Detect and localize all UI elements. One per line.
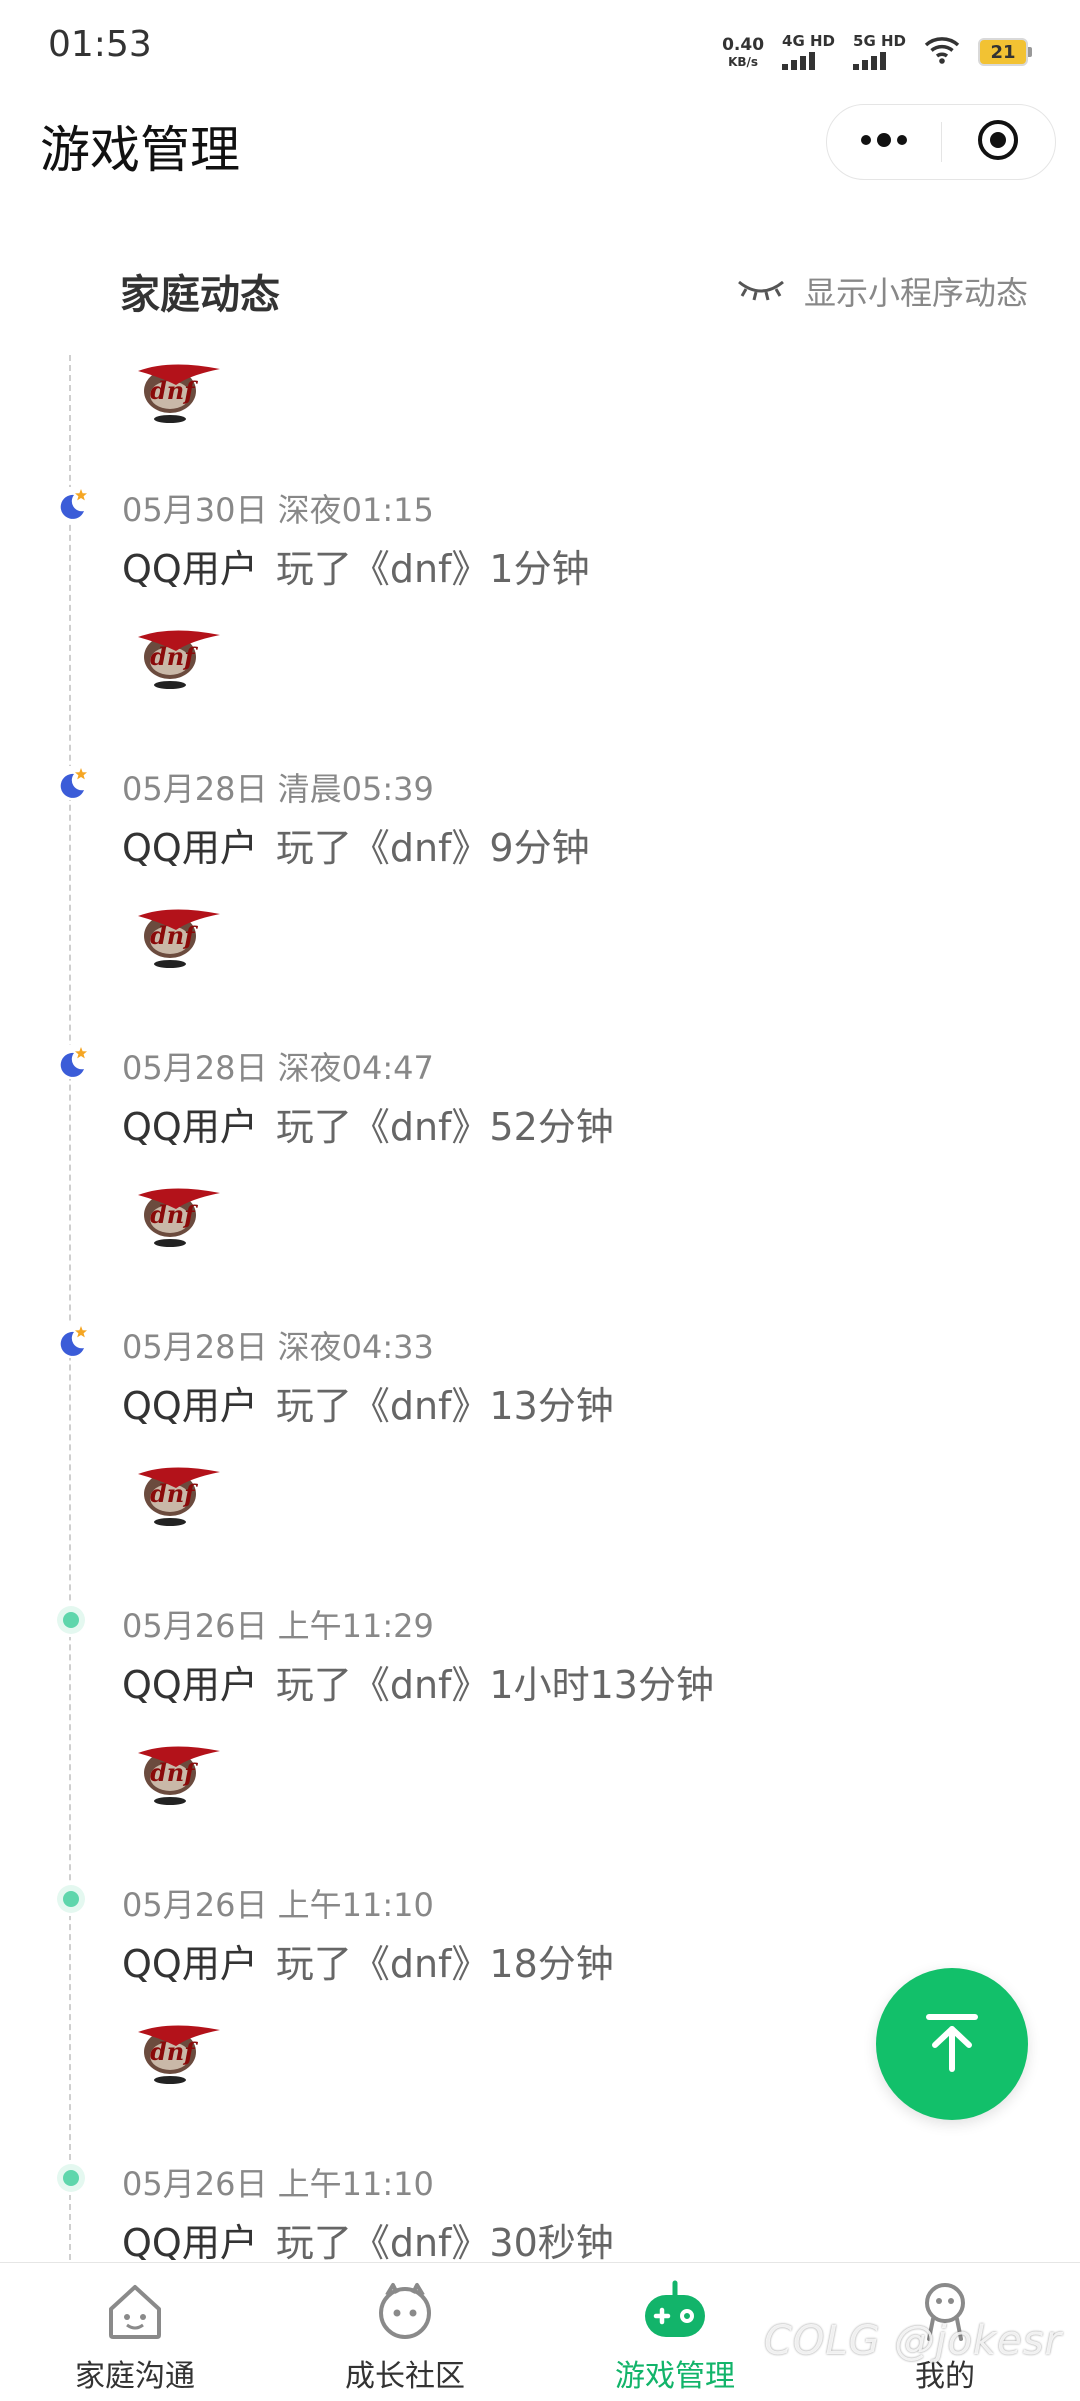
status-bar: 01:53 0.40 KB/s 4G HD 5G HD 21 bbox=[0, 0, 1080, 100]
wifi-icon bbox=[924, 35, 960, 69]
status-indicators: 0.40 KB/s 4G HD 5G HD 21 bbox=[722, 28, 1032, 76]
close-miniprogram-button[interactable] bbox=[942, 105, 1056, 179]
feed-item-user: QQ用户 bbox=[122, 1942, 258, 1986]
toggle-label: 显示小程序动态 bbox=[803, 274, 1028, 312]
cell-signal-1-label: 4G HD bbox=[782, 32, 836, 50]
day-dot-icon bbox=[54, 1603, 88, 1637]
network-speed: 0.40 KB/s bbox=[722, 34, 765, 69]
feed-item-activity: 玩了《dnf》52分钟 bbox=[275, 1105, 614, 1149]
page-title: 游戏管理 bbox=[40, 121, 240, 179]
feed-item[interactable]: 05月28日 深夜04:47 QQ用户 玩了《dnf》52分钟 dnf bbox=[0, 911, 1080, 1247]
status-time: 01:53 bbox=[48, 24, 152, 65]
nav-bar: 游戏管理 bbox=[0, 100, 1080, 190]
moon-icon bbox=[54, 1045, 88, 1079]
miniprogram-capsule bbox=[826, 104, 1056, 180]
feed-item-activity: 玩了《dnf》13分钟 bbox=[275, 1384, 614, 1428]
signal-bars-icon bbox=[782, 52, 816, 70]
closed-eye-icon bbox=[736, 272, 786, 310]
feed-item-time: 05月30日 深夜01:15 bbox=[122, 491, 434, 529]
tab-growth-community[interactable]: 成长社区 bbox=[270, 2263, 540, 2401]
feed-item-description: QQ用户 玩了《dnf》1分钟 bbox=[122, 538, 590, 593]
more-dots-icon bbox=[858, 130, 910, 154]
battery-indicator: 21 bbox=[978, 38, 1032, 66]
feed-item-user: QQ用户 bbox=[122, 1384, 258, 1428]
feed-item-user: QQ用户 bbox=[122, 826, 258, 870]
feed-item-description: QQ用户 玩了《dnf》18分钟 bbox=[122, 1933, 614, 1988]
tab-label: 游戏管理 bbox=[615, 2359, 735, 2394]
moon-icon bbox=[54, 487, 88, 521]
tab-family-chat[interactable]: 家庭沟通 bbox=[0, 2263, 270, 2401]
feed-item-time: 05月26日 上午11:10 bbox=[122, 1886, 434, 1924]
feed-item-user: QQ用户 bbox=[122, 2221, 258, 2260]
show-miniprogram-activity-toggle[interactable]: 显示小程序动态 bbox=[736, 268, 1028, 314]
feed-item[interactable]: 05月26日 上午11:29 QQ用户 玩了《dnf》1小时13分钟 dnf bbox=[0, 1469, 1080, 1805]
feed-item-description: QQ用户 玩了《dnf》30秒钟 bbox=[122, 2212, 614, 2260]
day-dot-icon bbox=[54, 2161, 88, 2195]
battery-tip bbox=[1028, 47, 1032, 57]
feed-item-time: 05月28日 深夜04:47 bbox=[122, 1049, 434, 1087]
tab-label: 成长社区 bbox=[345, 2359, 465, 2394]
feed-item-user: QQ用户 bbox=[122, 1105, 258, 1149]
section-title: 家庭动态 bbox=[120, 272, 280, 318]
home-chat-icon bbox=[99, 2275, 171, 2347]
feed-item-time: 05月28日 深夜04:33 bbox=[122, 1328, 434, 1366]
feed-item-time: 05月26日 上午11:10 bbox=[122, 2165, 434, 2203]
target-close-icon bbox=[976, 118, 1020, 166]
back-to-top-button[interactable] bbox=[876, 1968, 1028, 2120]
feed-item-time: 05月26日 上午11:29 bbox=[122, 1607, 434, 1645]
moon-icon bbox=[54, 1324, 88, 1358]
day-dot-icon bbox=[54, 1882, 88, 1916]
feed-item-activity: 玩了《dnf》1小时13分钟 bbox=[275, 1663, 714, 1707]
feed-item-activity: 玩了《dnf》1分钟 bbox=[275, 547, 590, 591]
cell-signal-1: 4G HD bbox=[782, 34, 835, 70]
cell-signal-2: 5G HD bbox=[853, 34, 906, 70]
tab-label: 家庭沟通 bbox=[75, 2359, 195, 2394]
feed-item-description: QQ用户 玩了《dnf》52分钟 bbox=[122, 1096, 614, 1151]
signal-bars-icon bbox=[853, 52, 887, 70]
activity-feed: dnf 05月30日 深夜01:15 QQ用户 玩了《dnf》1分钟 dnf 05月28… bbox=[0, 355, 1080, 2260]
feed-item-user: QQ用户 bbox=[122, 1663, 258, 1707]
feed-item-user: QQ用户 bbox=[122, 547, 258, 591]
battery-level: 21 bbox=[978, 38, 1028, 66]
feed-item-description: QQ用户 玩了《dnf》9分钟 bbox=[122, 817, 590, 872]
feed-item-activity: 玩了《dnf》9分钟 bbox=[275, 826, 590, 870]
cell-signal-2-label: 5G HD bbox=[853, 32, 906, 50]
feed-item[interactable]: 05月30日 深夜01:15 QQ用户 玩了《dnf》1分钟 dnf bbox=[0, 355, 1080, 689]
community-face-icon bbox=[369, 2275, 441, 2347]
more-button[interactable] bbox=[827, 105, 941, 179]
feed-item-time: 05月28日 清晨05:39 bbox=[122, 770, 434, 808]
arrow-up-to-top-icon bbox=[917, 2007, 987, 2081]
feed-item-activity: 玩了《dnf》18分钟 bbox=[275, 1942, 614, 1986]
network-speed-value: 0.40 bbox=[722, 34, 765, 55]
watermark: COLG @jokesr bbox=[763, 2318, 1062, 2364]
moon-icon bbox=[54, 766, 88, 800]
feed-item[interactable]: 05月28日 深夜04:33 QQ用户 玩了《dnf》13分钟 dnf bbox=[0, 1190, 1080, 1526]
feed-item-description: QQ用户 玩了《dnf》1小时13分钟 bbox=[122, 1654, 714, 1709]
feed-item[interactable]: 05月28日 清晨05:39 QQ用户 玩了《dnf》9分钟 dnf bbox=[0, 632, 1080, 968]
gamepad-icon bbox=[639, 2275, 711, 2347]
section-header: 家庭动态 显示小程序动态 bbox=[0, 250, 1080, 330]
network-speed-unit: KB/s bbox=[728, 54, 759, 69]
feed-item-description: QQ用户 玩了《dnf》13分钟 bbox=[122, 1375, 614, 1430]
feed-item-activity: 玩了《dnf》30秒钟 bbox=[275, 2221, 614, 2260]
